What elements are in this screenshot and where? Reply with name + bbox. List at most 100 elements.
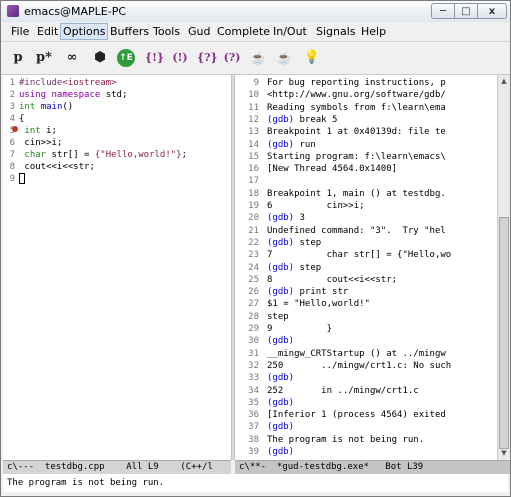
- line-text: (gdb) step: [267, 262, 321, 274]
- line-text: using namespace std;: [19, 89, 127, 101]
- line-number: 15: [248, 151, 259, 162]
- line-number: 6: [9, 138, 15, 148]
- menu-in-out[interactable]: In/Out: [271, 24, 309, 39]
- line-text: [Inferior 1 (process 4564) exited: [267, 409, 446, 421]
- line-text: (gdb): [267, 397, 294, 409]
- line-text: 250 ../mingw/crt1.c: No such: [267, 360, 451, 372]
- up-icon[interactable]: {?}: [197, 49, 218, 67]
- code-token: std;: [100, 90, 128, 100]
- code-token: $1 = "Hello,world!": [267, 299, 370, 310]
- code-token: namespace: [46, 90, 101, 100]
- watch-glasses-icon[interactable]: ∞: [63, 49, 81, 67]
- echo-message: The program is not being run.: [7, 478, 165, 488]
- code-token: step: [294, 262, 322, 273]
- info-bulb-icon[interactable]: 💡: [303, 49, 321, 67]
- text-cursor: [19, 173, 25, 184]
- line-number: 9: [9, 174, 15, 184]
- title-bar: emacs@MAPLE-PC ─ □ x: [1, 1, 510, 23]
- run-gear-icon[interactable]: ⬢: [91, 49, 109, 67]
- code-token: {: [19, 114, 25, 124]
- line-text: Breakpoint 1, main () at testdbg.: [267, 188, 446, 200]
- close-button[interactable]: x: [477, 3, 507, 19]
- code-token: using: [19, 90, 47, 100]
- mode-line-source: c\--- testdbg.cpp All L9 (C++/l: [3, 460, 231, 474]
- scroll-down-arrow-icon[interactable]: ▼: [500, 449, 508, 457]
- code-token: For bug reporting instructions, p: [267, 78, 446, 88]
- code-token: #include: [19, 78, 63, 88]
- code-token: <http://www.gnu.org/software/gdb/: [267, 90, 446, 101]
- print-star-icon[interactable]: p*: [35, 49, 53, 67]
- line-number: 36: [248, 410, 259, 421]
- line-text: 6 cin>>i;: [267, 200, 365, 212]
- next-icon[interactable]: {!}: [145, 49, 164, 67]
- maximize-button[interactable]: □: [454, 3, 478, 19]
- line-number: 30: [248, 336, 259, 347]
- gdb-prompt: (gdb): [267, 336, 295, 347]
- line-number: 4: [9, 114, 15, 124]
- code-token: __mingw_CRTStartup () at ../mingw: [267, 348, 446, 359]
- menu-complete[interactable]: Complete: [215, 24, 272, 39]
- source-buffer[interactable]: 1 #include<iostream> 2 using namespace std;…: [3, 75, 231, 460]
- code-token: cout<<i<<str;: [19, 162, 95, 172]
- gdb-prompt: (gdb): [267, 422, 295, 433]
- menu-file[interactable]: File: [9, 24, 31, 39]
- scroll-up-arrow-icon[interactable]: ▲: [500, 77, 508, 85]
- emacs-app-icon: [7, 5, 19, 17]
- stop-cup-icon[interactable]: ☕: [275, 49, 293, 67]
- line-number: 7: [9, 150, 15, 160]
- mode-line-gud-text: c\**- *gud-testdbg.exe* Bot L39: [239, 462, 424, 472]
- line-text: __mingw_CRTStartup () at ../mingw: [267, 348, 446, 360]
- line-text: Starting program: f:\learn\emacs\: [267, 151, 446, 163]
- line-number: 14: [248, 139, 259, 150]
- echo-area: The program is not being run.: [3, 474, 508, 492]
- minimize-button[interactable]: ─: [431, 3, 455, 19]
- line-text: step: [267, 311, 289, 323]
- gdb-prompt: (gdb): [267, 287, 295, 298]
- code-token: ;: [181, 150, 188, 160]
- line-text: (gdb) 3: [267, 212, 305, 224]
- go-icon[interactable]: ↑E: [117, 49, 135, 67]
- line-text: {: [19, 113, 24, 125]
- step-icon[interactable]: (!): [171, 49, 189, 67]
- gdb-prompt: (gdb): [267, 237, 295, 248]
- code-token: break 5: [294, 114, 338, 125]
- emacs-window: emacs@MAPLE-PC ─ □ x File Edit Options B…: [0, 0, 511, 497]
- line-text: (gdb) step: [267, 237, 321, 249]
- line-number: 25: [248, 274, 259, 285]
- line-number: 34: [248, 385, 259, 396]
- menu-gud[interactable]: Gud: [186, 24, 212, 39]
- line-text: The program is not being run.: [267, 434, 424, 446]
- code-token: 7 char str[] = {"Hello,wo: [267, 250, 452, 261]
- vertical-scrollbar[interactable]: ▲ ▼: [497, 75, 510, 460]
- code-token: Undefined command: "3". Try "hel: [267, 225, 446, 236]
- menu-signals[interactable]: Signals: [314, 24, 358, 39]
- line-text: (gdb) run: [267, 139, 316, 151]
- line-text: <http://www.gnu.org/software/gdb/: [267, 89, 446, 101]
- line-text: 252 in ../mingw/crt1.c: [267, 385, 419, 397]
- menu-help[interactable]: Help: [359, 24, 388, 39]
- gdb-prompt: (gdb): [267, 373, 295, 384]
- line-text: char str[] = {"Hello,world!"};: [19, 149, 187, 161]
- line-number: 16: [248, 164, 259, 175]
- code-token: print str: [294, 287, 349, 298]
- code-token: 9 }: [267, 324, 333, 334]
- line-number: 31: [248, 348, 259, 359]
- print-icon[interactable]: p: [9, 49, 27, 67]
- code-token: step: [267, 311, 289, 322]
- finish-icon[interactable]: (?): [223, 49, 241, 67]
- line-text: Breakpoint 1 at 0x40139d: file te: [267, 126, 446, 138]
- line-number: 8: [9, 162, 15, 172]
- menu-edit[interactable]: Edit: [35, 24, 60, 39]
- line-number: 33: [248, 373, 259, 384]
- menu-buffers[interactable]: Buffers: [108, 24, 151, 39]
- down-cup-icon[interactable]: ☕: [249, 49, 267, 67]
- line-number: 39: [248, 447, 259, 457]
- line-text: (gdb) print str: [267, 286, 348, 298]
- menu-options[interactable]: Options: [60, 23, 109, 40]
- menu-tools[interactable]: Tools: [151, 24, 182, 39]
- line-text: (gdb): [267, 421, 294, 433]
- breakpoint-icon[interactable]: [12, 126, 18, 132]
- scrollbar-thumb[interactable]: [499, 217, 509, 449]
- gud-buffer[interactable]: 9 For bug reporting instructions, p 10 <htt…: [235, 75, 497, 460]
- line-text: $1 = "Hello,world!": [267, 298, 370, 310]
